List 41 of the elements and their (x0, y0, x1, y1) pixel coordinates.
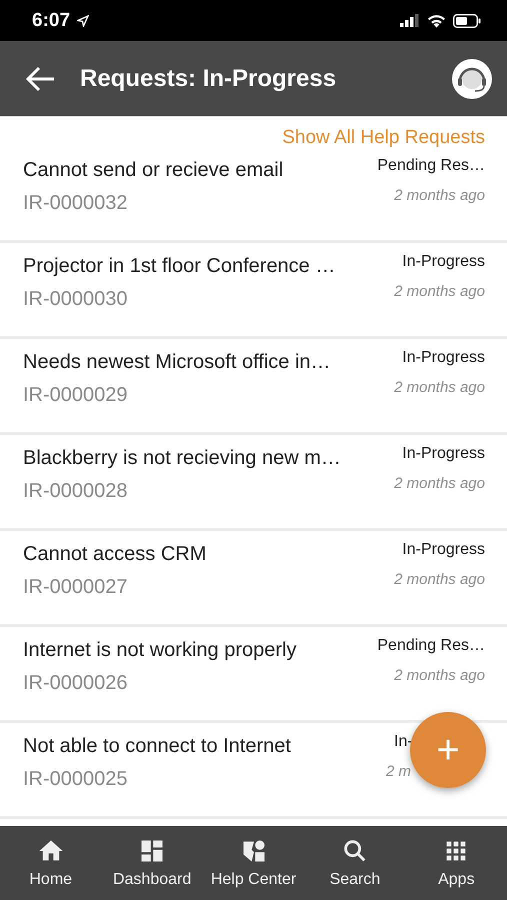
request-title: Needs newest Microsoft office in… (23, 351, 331, 374)
support-agent-icon[interactable] (451, 58, 493, 100)
request-id: IR-0000029 (23, 384, 129, 407)
back-arrow-icon[interactable] (26, 66, 56, 92)
nav-tab[interactable]: Help Center (202, 826, 304, 900)
request-id: IR-0000027 (23, 576, 129, 599)
page-title: Requests: In-Progress (80, 64, 338, 92)
nav-tab[interactable]: Apps (406, 826, 507, 900)
request-title: Projector in 1st floor Conference … (23, 255, 336, 278)
battery-icon (453, 14, 481, 28)
nav-tab[interactable]: Search (304, 826, 406, 900)
request-time: 2 months ago (394, 475, 485, 492)
request-status: Pending Res… (377, 637, 485, 654)
request-title: Not able to connect to Internet (23, 735, 291, 758)
request-status: In-Progress (402, 541, 485, 558)
request-time: 2 months ago (394, 187, 485, 204)
request-status: Pending Res… (377, 157, 485, 174)
request-time: 2 months ago (394, 283, 485, 300)
request-status: In-Progress (402, 349, 485, 366)
request-title: Cannot access CRM (23, 543, 206, 566)
request-status: In- (394, 733, 413, 750)
request-time: 2 months ago (394, 379, 485, 396)
location-arrow-icon (77, 14, 90, 26)
request-id: IR-0000030 (23, 288, 129, 311)
wifi-icon (427, 14, 446, 28)
nav-tab[interactable]: Dashboard (101, 826, 203, 900)
request-title: Internet is not working properly (23, 639, 296, 662)
request-title: Cannot send or recieve email (23, 159, 284, 182)
request-id: IR-0000025 (23, 768, 129, 791)
request-time: 2 months ago (394, 571, 485, 588)
request-title: Blackberry is not recieving new m… (23, 447, 341, 470)
nav-tab[interactable]: Home (0, 826, 102, 900)
request-time: 2 m (386, 763, 412, 780)
request-status: In-Progress (402, 253, 485, 270)
status-time: 6:07 (32, 10, 70, 32)
signal-icon (400, 14, 420, 27)
request-id: IR-0000026 (23, 672, 129, 695)
request-id: IR-0000032 (23, 192, 129, 215)
request-time: 2 months ago (394, 667, 485, 684)
request-id: IR-0000028 (23, 480, 129, 503)
request-status: In-Progress (402, 445, 485, 462)
